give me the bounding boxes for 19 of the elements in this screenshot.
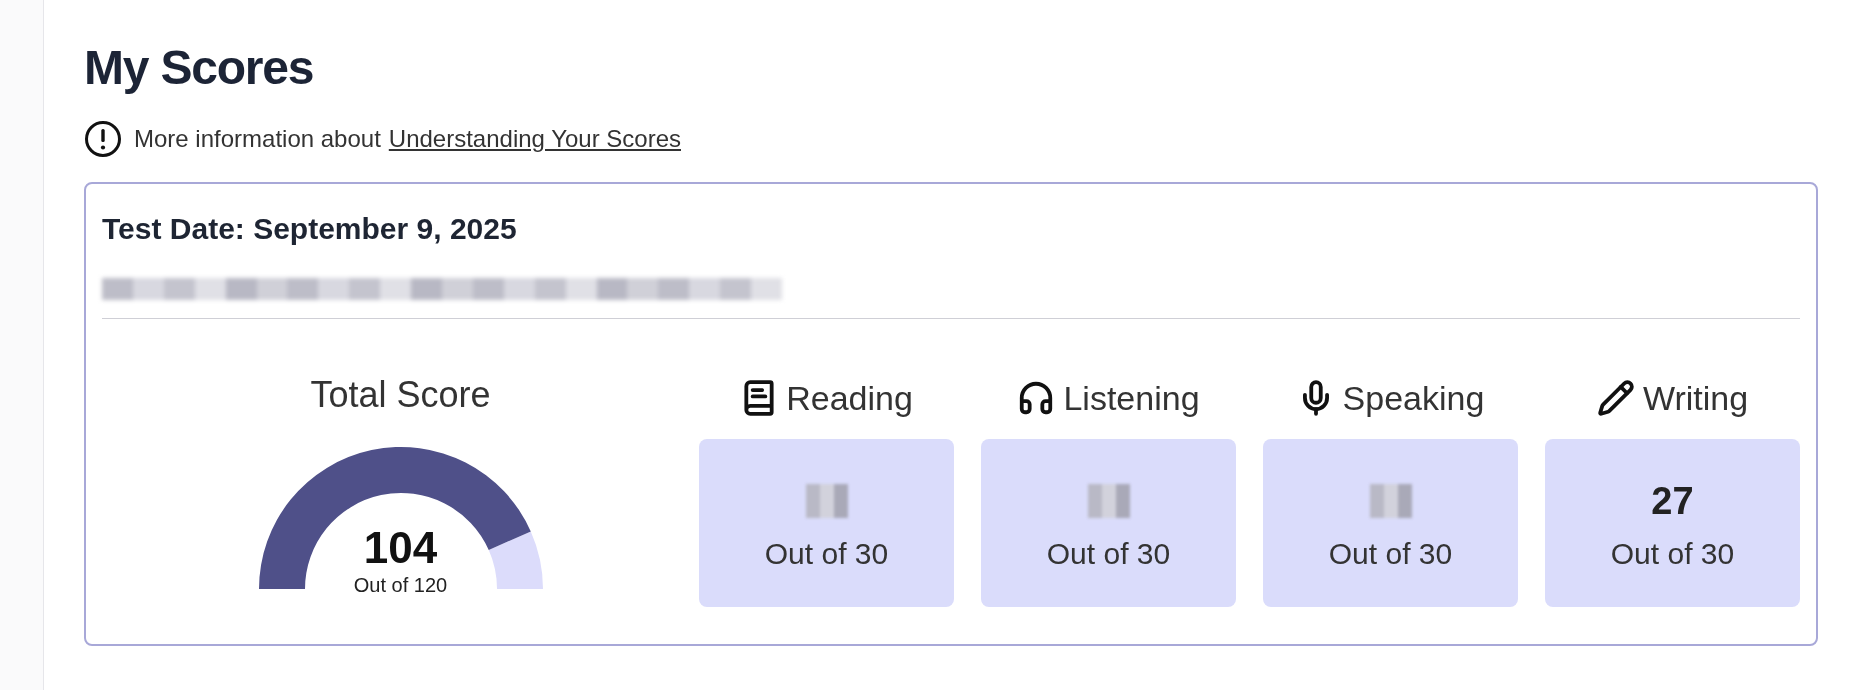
total-score-value: 104 (363, 523, 438, 573)
info-text: More information about (134, 124, 381, 154)
section-score-caption: Out of 30 (764, 536, 889, 572)
section-label: Reading (786, 377, 913, 419)
total-score-caption: Out of 120 (353, 573, 448, 597)
page-title: My Scores (84, 40, 315, 96)
section-score-caption: Out of 30 (1610, 536, 1735, 572)
gauge-remainder (488, 531, 543, 589)
pencil-icon (1596, 379, 1635, 417)
section-label: Listening (1063, 377, 1200, 419)
test-date: Test Date: September 9, 2025 (102, 211, 518, 247)
info-icon (84, 120, 122, 158)
total-score-label: Total Score (310, 373, 491, 417)
section-score-value: 27 (1651, 478, 1694, 524)
section-score-caption: Out of 30 (1046, 536, 1171, 572)
section-label: Writing (1642, 377, 1749, 419)
understanding-scores-link[interactable]: Understanding Your Scores (388, 121, 681, 157)
section-label: Speaking (1342, 377, 1485, 419)
section-score-caption: Out of 30 (1328, 536, 1453, 572)
